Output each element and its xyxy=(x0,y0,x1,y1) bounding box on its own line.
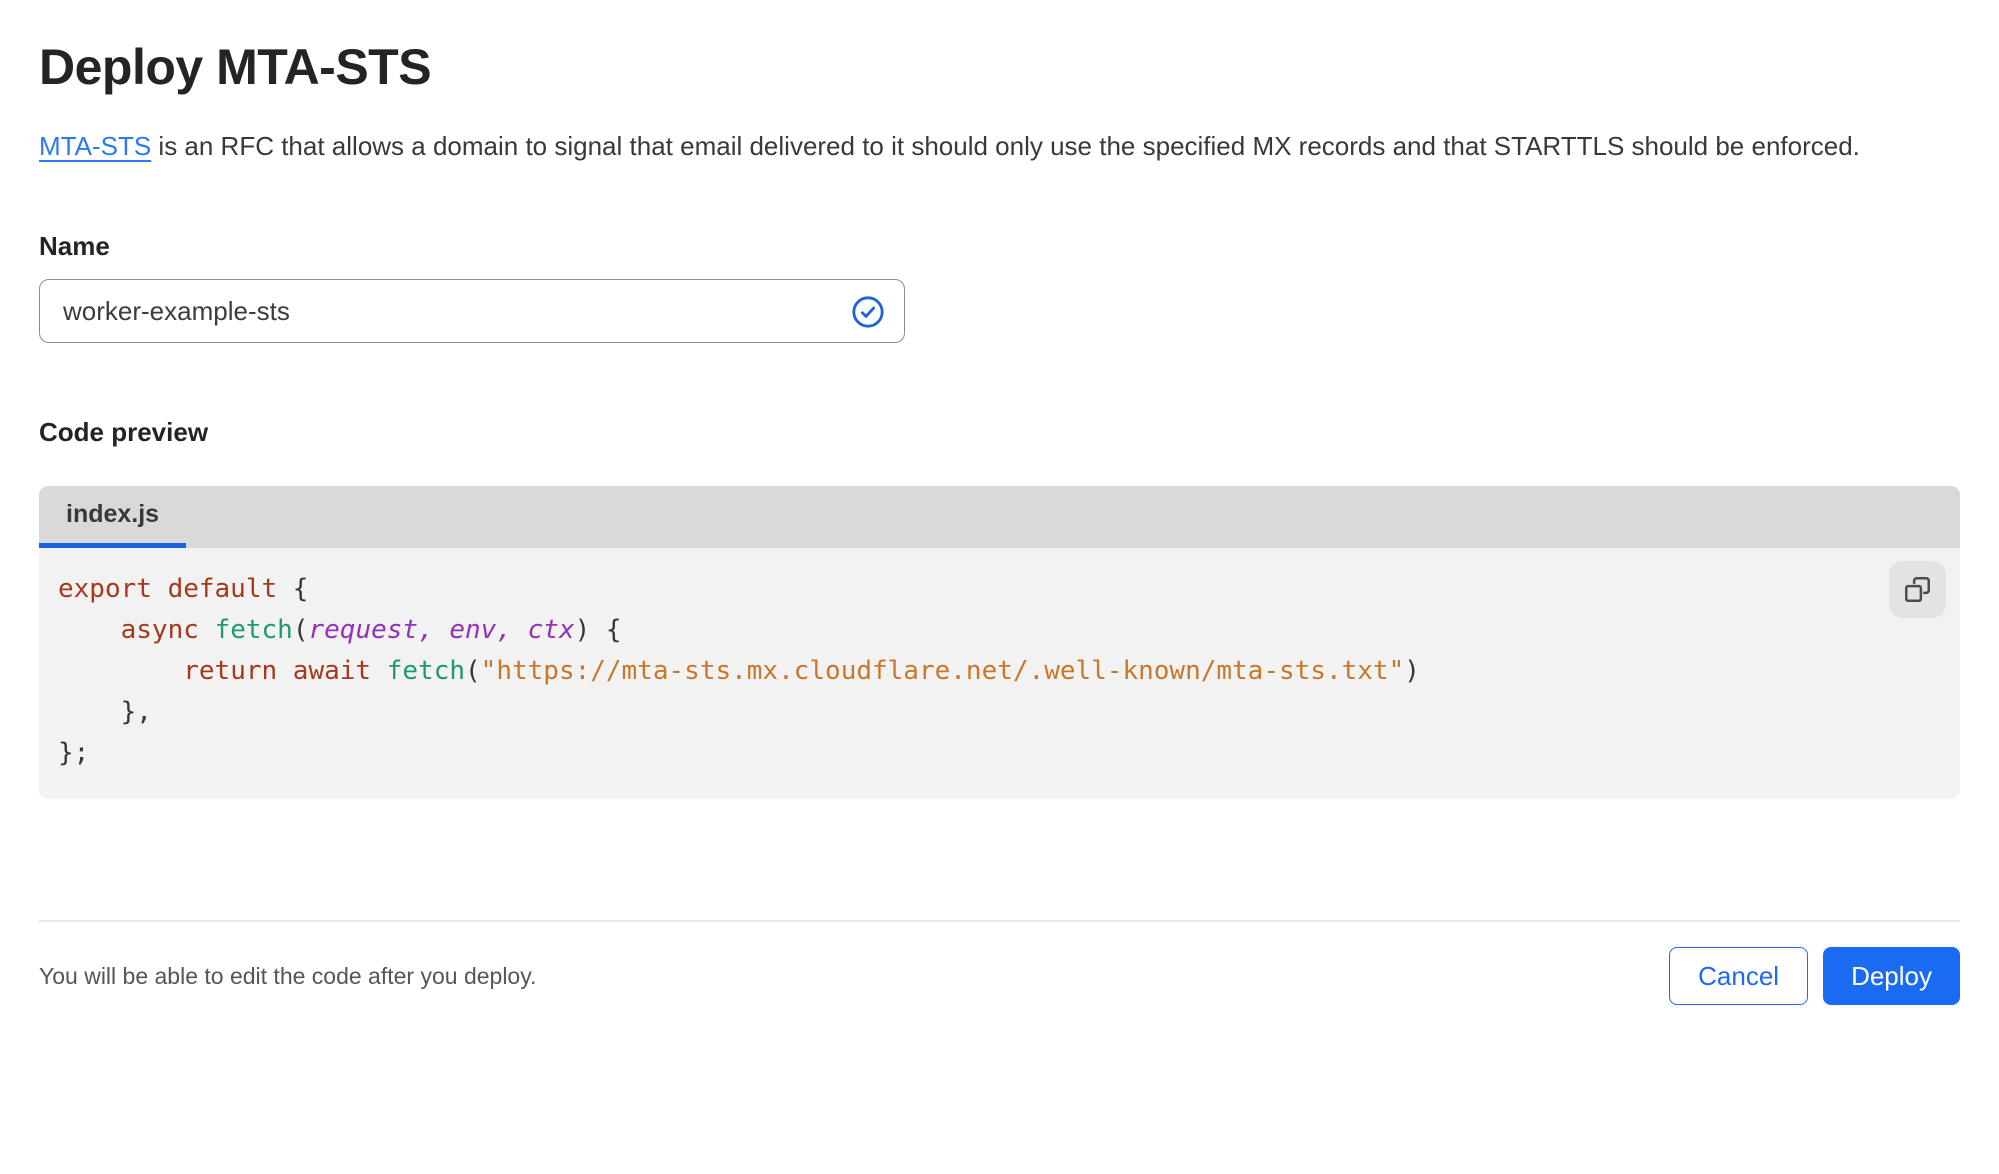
code-line: return await fetch("https://mta-sts.mx.c… xyxy=(183,656,1420,686)
code-line: }; xyxy=(58,738,90,768)
tab-index-js[interactable]: index.js xyxy=(39,486,187,548)
footer-divider xyxy=(39,920,1960,922)
deploy-button[interactable]: Deploy xyxy=(1823,947,1960,1005)
page-title: Deploy MTA-STS xyxy=(39,39,432,95)
name-input[interactable] xyxy=(40,280,904,342)
code-line: export default { xyxy=(58,574,309,604)
cancel-button[interactable]: Cancel xyxy=(1669,947,1809,1005)
code-tab-bar: index.js xyxy=(39,486,1960,548)
code-line: async fetch(request, env, ctx) { xyxy=(120,615,622,645)
mta-sts-link[interactable]: MTA-STS xyxy=(39,131,151,161)
code-area: export default { async fetch(request, en… xyxy=(39,548,1960,799)
code-block: export default { async fetch(request, en… xyxy=(58,569,1870,774)
deploy-mta-sts-dialog: Deploy MTA-STS MTA-STS is an RFC that al… xyxy=(0,36,1999,1005)
description-text: is an RFC that allows a domain to signal… xyxy=(151,131,1860,161)
copy-code-button[interactable] xyxy=(1889,561,1946,618)
footer-note: You will be able to edit the code after … xyxy=(39,962,537,989)
code-line: }, xyxy=(58,697,152,727)
footer: You will be able to edit the code after … xyxy=(39,947,1960,1005)
copy-icon xyxy=(1905,577,1930,602)
tab-label: index.js xyxy=(66,500,160,528)
name-label: Name xyxy=(39,231,110,261)
code-preview-label: Code preview xyxy=(39,417,209,447)
code-preview-card: index.js export default { async fetch(re… xyxy=(39,486,1960,799)
name-input-wrap xyxy=(39,279,905,343)
footer-buttons: Cancel Deploy xyxy=(1669,947,1960,1005)
description: MTA-STS is an RFC that allows a domain t… xyxy=(39,124,1939,169)
